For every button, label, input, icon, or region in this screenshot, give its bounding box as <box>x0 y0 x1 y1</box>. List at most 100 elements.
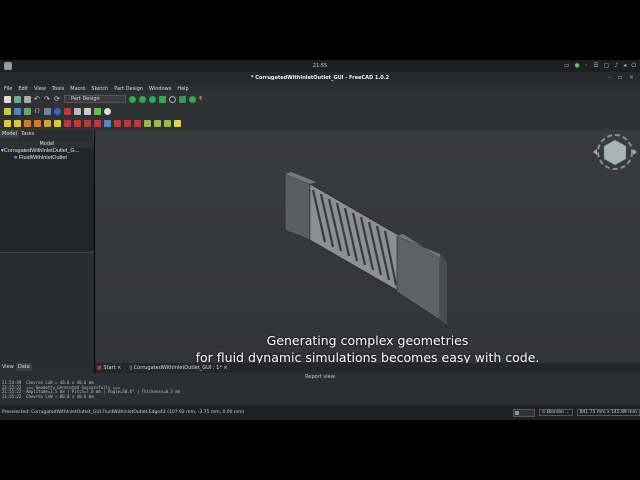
menu-help[interactable]: Help <box>177 86 188 92</box>
property-tabs: View Data <box>0 363 94 373</box>
power-icon[interactable]: ⏻ <box>631 62 636 70</box>
thickness-icon[interactable] <box>134 120 141 127</box>
save-icon[interactable] <box>24 95 31 103</box>
chamfer-icon[interactable] <box>114 120 121 127</box>
additive-pipe-icon[interactable] <box>34 120 41 127</box>
additive-loft-icon[interactable] <box>24 120 31 127</box>
revolution-icon[interactable] <box>14 120 21 127</box>
notification-area[interactable] <box>512 408 535 417</box>
preselection-text: Preselected: CorrugatedWithInletOutlet_G… <box>2 410 245 415</box>
linear-pattern-icon[interactable] <box>154 120 161 127</box>
window-icon[interactable]: ▢ <box>604 62 610 70</box>
freecad-icon: ■ <box>97 365 102 371</box>
link-icon[interactable]: ₹ <box>199 96 206 103</box>
new-file-icon[interactable] <box>4 95 11 103</box>
system-tray: ▭ ● ◦ ☰ ▢ ♪ ◂ ⏻ <box>564 62 636 70</box>
navigation-cube <box>593 134 637 170</box>
menu-windows[interactable]: Windows <box>149 86 171 92</box>
menu-file[interactable]: File <box>4 86 12 92</box>
macro-icon[interactable]: {} <box>34 108 41 115</box>
group-icon[interactable] <box>14 107 21 115</box>
tree-item-body[interactable]: ■ FluidWithInletOutlet <box>0 155 94 162</box>
document-tabs: ■ Start × ▯ CorrugatedWithInletOutlet_GU… <box>95 363 640 373</box>
record-macro-icon[interactable] <box>64 107 71 115</box>
volume-icon[interactable]: ◂ <box>623 62 626 70</box>
menu-tools[interactable]: Tools <box>52 86 64 92</box>
whats-this-icon[interactable] <box>44 107 51 115</box>
dimension-readout[interactable]: 841.75 mm x 145.89 mm <box>576 409 640 416</box>
open-file-icon[interactable] <box>14 95 21 103</box>
doc-tab-document[interactable]: ▯ CorrugatedWithInletOutlet_GUI : 1* × <box>129 365 227 371</box>
macros-icon[interactable] <box>74 107 81 115</box>
multitransform-icon[interactable] <box>174 120 181 127</box>
addon-manager-icon[interactable] <box>94 107 101 115</box>
polar-pattern-icon[interactable] <box>164 120 171 127</box>
toolbar-file: ↶ ↷ ⟳ Part Design ₹ <box>0 93 640 105</box>
list-icon[interactable]: ☰ <box>593 62 598 70</box>
doc-tab-label: CorrugatedWithInletOutlet_GUI : 1* <box>133 365 222 371</box>
navigation-style-selector[interactable]: ⊙ Blender ⌄ <box>538 409 573 416</box>
doc-tab-start[interactable]: ■ Start × <box>97 365 121 371</box>
shield-icon[interactable]: ● <box>575 62 580 70</box>
app-launcher-icon[interactable] <box>4 62 12 70</box>
menu-edit[interactable]: Edit <box>18 86 28 92</box>
body-icon[interactable] <box>104 107 111 115</box>
addon-icon[interactable] <box>84 107 91 115</box>
groove-icon[interactable] <box>84 120 91 127</box>
pad-icon[interactable] <box>4 120 11 127</box>
draw-style-icon[interactable] <box>169 95 176 103</box>
pocket-icon[interactable] <box>64 120 71 127</box>
zoom-selection-icon[interactable] <box>139 95 146 103</box>
menu-macro[interactable]: Macro <box>70 86 85 92</box>
hole-icon[interactable] <box>74 120 81 127</box>
subtractive-loft-icon[interactable] <box>94 120 101 127</box>
redo-icon[interactable]: ↷ <box>44 95 51 103</box>
clock: 21:55 <box>312 63 328 69</box>
tree-item-document[interactable]: ▾CorrugatedWithInletOutlet_G... <box>0 148 94 155</box>
system-panel: 21:55 <box>0 60 640 72</box>
3d-viewport[interactable] <box>95 130 640 363</box>
model-render <box>284 134 637 325</box>
undo-icon[interactable]: ↶ <box>34 95 41 103</box>
tree-header: Model <box>0 141 94 148</box>
tab-tasks[interactable]: Tasks <box>19 130 36 138</box>
refresh-icon[interactable]: ⟳ <box>54 95 61 103</box>
camera-icon[interactable]: ▭ <box>564 62 570 70</box>
status-bar: Preselected: CorrugatedWithInletOutlet_G… <box>0 405 640 420</box>
menu-sketch[interactable]: Sketch <box>91 86 108 92</box>
fillet-icon[interactable] <box>104 120 111 127</box>
helix-icon[interactable] <box>44 120 51 127</box>
property-view <box>0 252 94 363</box>
view-menu-icon[interactable] <box>149 95 156 103</box>
box-zoom-icon[interactable] <box>159 95 166 103</box>
caption-line-1: Generating complex geometries <box>266 333 469 348</box>
link-make-icon[interactable] <box>24 107 31 115</box>
toolbar-part-design <box>0 117 640 130</box>
part-icon[interactable] <box>4 107 11 115</box>
network-icon[interactable]: ◦ <box>585 62 589 70</box>
tree-item-label: FluidWithInletOutlet <box>18 155 67 161</box>
bell-icon[interactable]: ♪ <box>614 62 618 70</box>
doc-tab-label: Start <box>103 365 116 371</box>
draft-icon[interactable] <box>124 120 131 127</box>
mirrored-icon[interactable] <box>144 120 151 127</box>
minimize-icon[interactable]: – <box>608 74 611 81</box>
workbench-selector[interactable]: Part Design <box>64 95 126 103</box>
additive-primitive-icon[interactable] <box>54 120 61 127</box>
menu-bar: File Edit View Tools Macro Sketch Part D… <box>0 84 640 93</box>
inlet-plate <box>284 173 311 241</box>
maximize-icon[interactable]: ▫ <box>618 74 622 81</box>
tree-item-label: CorrugatedWithInletOutlet_G... <box>3 148 80 154</box>
tab-model[interactable]: Model <box>0 130 20 138</box>
window-title: * CorrugatedWithInletOutlet_GUI - FreeCA… <box>0 72 640 84</box>
measure-icon[interactable] <box>189 95 196 103</box>
menu-part-design[interactable]: Part Design <box>114 86 143 92</box>
log-line: 21:55:22 Chevron LxW = 80.0 x 40.0 mm <box>2 393 94 399</box>
tab-view[interactable]: View <box>0 363 16 371</box>
tab-data[interactable]: Data <box>15 363 32 371</box>
close-icon[interactable]: × <box>629 74 634 81</box>
python-icon[interactable] <box>54 107 61 115</box>
std-views-icon[interactable] <box>179 95 186 103</box>
zoom-fit-icon[interactable] <box>129 95 136 103</box>
menu-view[interactable]: View <box>34 86 46 92</box>
